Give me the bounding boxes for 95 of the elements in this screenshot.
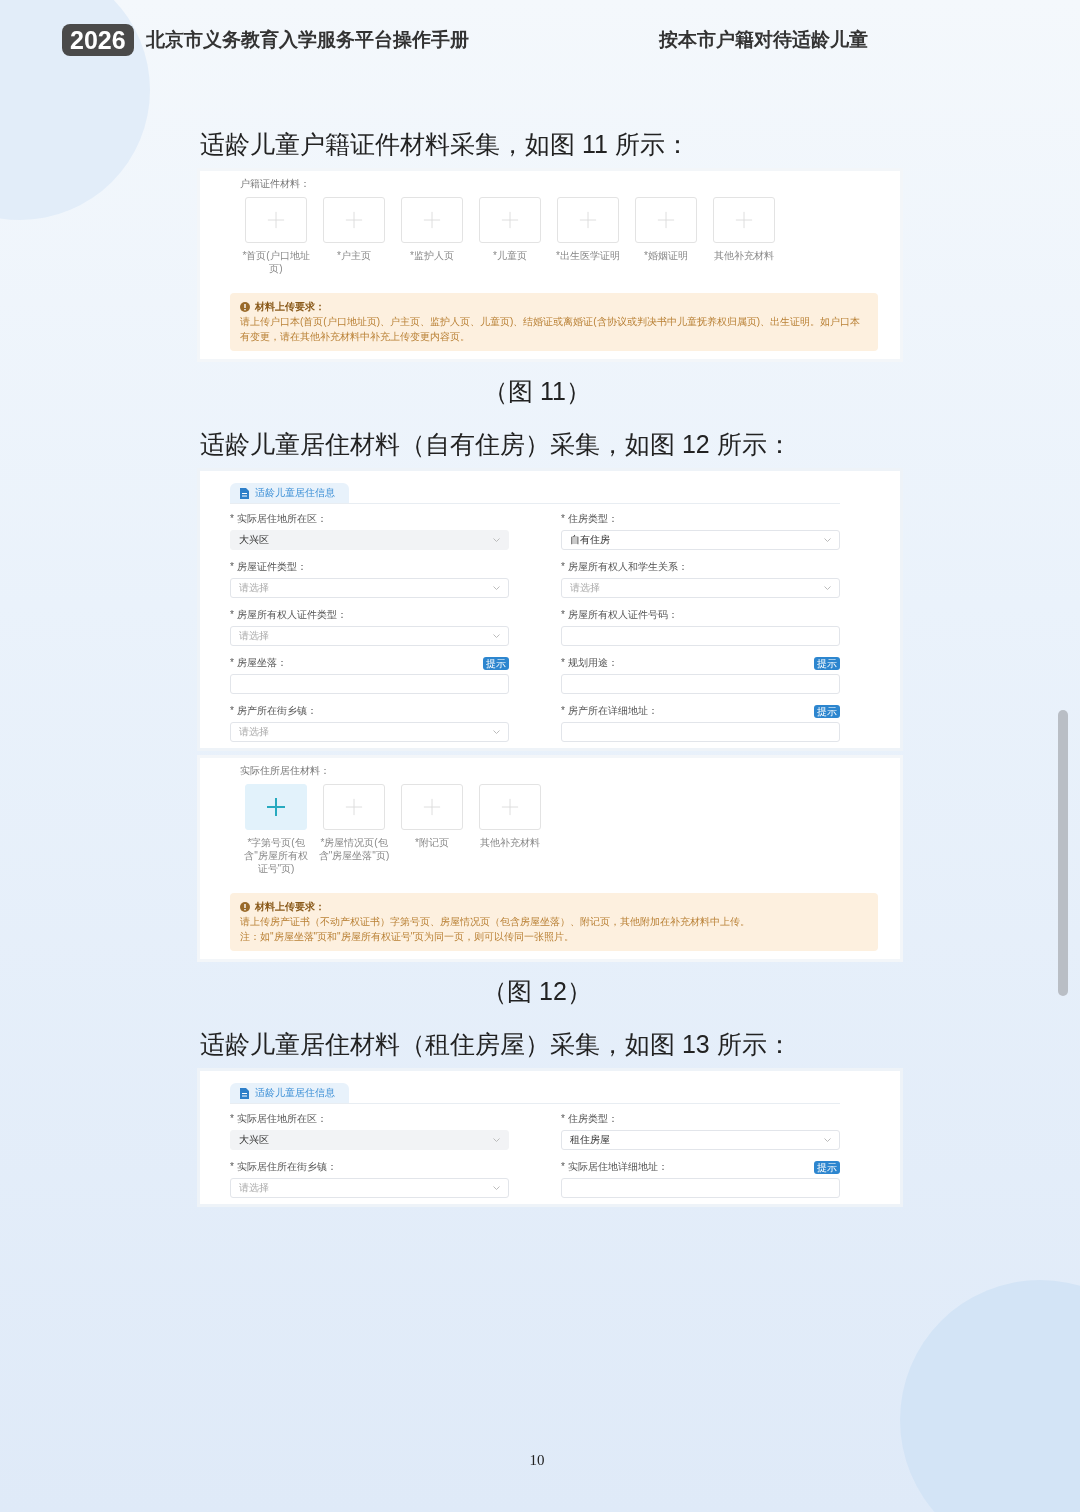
plus-icon: [345, 798, 363, 816]
upload-caption: *户主页: [337, 249, 371, 262]
figure-caption: （图 12）: [481, 976, 593, 1007]
plus-icon: [501, 211, 519, 229]
hint-button[interactable]: 提示: [814, 704, 840, 718]
section-heading: 适龄儿童居住材料（租住房屋）采集，如图 13 所示：: [200, 1029, 793, 1060]
year-badge: 2026: [62, 24, 134, 56]
document-icon: [240, 1087, 249, 1099]
caret-icon: [824, 1138, 831, 1142]
upload-caption: 其他补充材料: [714, 249, 774, 262]
plus-icon: [423, 798, 441, 816]
upload-box[interactable]: [401, 197, 463, 243]
upload-caption: *出生医学证明: [556, 249, 620, 262]
caret-icon: [493, 1186, 500, 1190]
field-label: * 实际居住地所在区：: [230, 1112, 327, 1126]
plus-icon: [266, 797, 286, 817]
field-label: * 房屋坐落：: [230, 656, 287, 670]
scrollbar[interactable]: [1058, 710, 1068, 996]
info-icon: [240, 902, 250, 912]
section-heading: 适龄儿童户籍证件材料采集，如图 11 所示：: [200, 129, 691, 160]
upload-box[interactable]: [479, 784, 541, 830]
field-label: * 房屋证件类型：: [230, 560, 307, 574]
upload-box[interactable]: [401, 784, 463, 830]
upload-caption: *首页(户口地址页): [241, 249, 311, 275]
field-label: * 住房类型：: [561, 1112, 618, 1126]
plus-icon: [579, 211, 597, 229]
upload-box[interactable]: [323, 197, 385, 243]
field-label: * 房屋所有权人证件号码：: [561, 608, 678, 622]
form-tab[interactable]: 适龄儿童居住信息: [230, 1083, 349, 1103]
field-label: * 实际居住所在街乡镇：: [230, 1160, 337, 1174]
field-label: * 住房类型：: [561, 512, 618, 526]
field-label: * 实际居住地所在区：: [230, 512, 327, 526]
notice-text: 注：如"房屋坐落"页和"房屋所有权证号"页为同一页，则可以传同一张照片。: [240, 930, 576, 944]
form-tab[interactable]: 适龄儿童居住信息: [230, 483, 349, 503]
upload-box[interactable]: [323, 784, 385, 830]
page-number: 10: [529, 1452, 545, 1468]
document-icon: [240, 487, 249, 499]
manual-title: 北京市义务教育入学服务平台操作手册: [145, 28, 469, 52]
notice-text: 请上传户口本(首页(户口地址页)、户主页、监护人页、儿童页)、结婚证或离婚证(含协议或判决书中儿童抚养权归属页)、出生证明。如户口本有变更，请在其他补充材料中补充上传变更内容页。: [240, 315, 861, 344]
figure-caption: （图 11）: [482, 376, 592, 407]
caret-icon: [493, 538, 500, 542]
hint-button[interactable]: 提示: [483, 656, 509, 670]
upload-caption: *附记页: [415, 836, 449, 849]
select-field[interactable]: 请选择: [230, 626, 509, 646]
notice-title: 材料上传要求：: [255, 300, 325, 314]
select-field[interactable]: 自有住房: [561, 530, 840, 550]
field-label: * 房屋所有权人证件类型：: [230, 608, 347, 622]
input-field[interactable]: [561, 674, 840, 694]
field-label: * 实际居住地详细地址：: [561, 1160, 668, 1174]
plus-icon: [345, 211, 363, 229]
notice-title: 材料上传要求：: [255, 900, 325, 914]
caret-icon: [493, 634, 500, 638]
field-label: * 房产所在街乡镇：: [230, 704, 317, 718]
upload-label: 实际住所居住材料：: [240, 764, 331, 778]
select-field[interactable]: 请选择: [230, 1178, 509, 1198]
hint-button[interactable]: 提示: [814, 656, 840, 670]
upload-caption: *监护人页: [410, 249, 454, 262]
select-field[interactable]: 请选择: [230, 722, 509, 742]
caret-icon: [493, 586, 500, 590]
upload-box[interactable]: [635, 197, 697, 243]
hint-button[interactable]: 提示: [814, 1160, 840, 1174]
input-field[interactable]: [561, 722, 840, 742]
upload-caption: *房屋情况页(包含"房屋坐落"页): [318, 836, 390, 862]
upload-box[interactable]: [557, 197, 619, 243]
input-field[interactable]: [230, 674, 509, 694]
upload-label: 户籍证件材料：: [240, 177, 311, 191]
plus-icon: [423, 211, 441, 229]
upload-caption: *婚姻证明: [644, 249, 688, 262]
select-field[interactable]: 请选择: [230, 578, 509, 598]
select-field[interactable]: 租住房屋: [561, 1130, 840, 1150]
caret-icon: [493, 730, 500, 734]
plus-icon: [267, 211, 285, 229]
notice-text: 请上传房产证书（不动产权证书）字第号页、房屋情况页（包含房屋坐落）、附记页，其他附加在补充材料中上传。: [240, 915, 751, 929]
field-label: * 规划用途：: [561, 656, 618, 670]
upload-box[interactable]: [713, 197, 775, 243]
upload-caption: 其他补充材料: [480, 836, 540, 849]
caret-icon: [824, 538, 831, 542]
upload-box[interactable]: [245, 197, 307, 243]
info-icon: [240, 302, 250, 312]
plus-icon: [657, 211, 675, 229]
upload-caption: *儿童页: [493, 249, 527, 262]
field-label: * 房产所在详细地址：: [561, 704, 658, 718]
upload-box[interactable]: [245, 784, 307, 830]
caret-icon: [493, 1138, 500, 1142]
input-field[interactable]: [561, 1178, 840, 1198]
select-field[interactable]: 请选择: [561, 578, 840, 598]
plus-icon: [735, 211, 753, 229]
upload-caption: *字第号页(包含"房屋所有权证号"页): [243, 836, 309, 875]
upload-box[interactable]: [479, 197, 541, 243]
input-field[interactable]: [561, 626, 840, 646]
caret-icon: [824, 586, 831, 590]
plus-icon: [501, 798, 519, 816]
section-title: 按本市户籍对待适龄儿童: [658, 28, 868, 52]
field-label: * 房屋所有权人和学生关系：: [561, 560, 688, 574]
section-heading: 适龄儿童居住材料（自有住房）采集，如图 12 所示：: [200, 429, 793, 460]
